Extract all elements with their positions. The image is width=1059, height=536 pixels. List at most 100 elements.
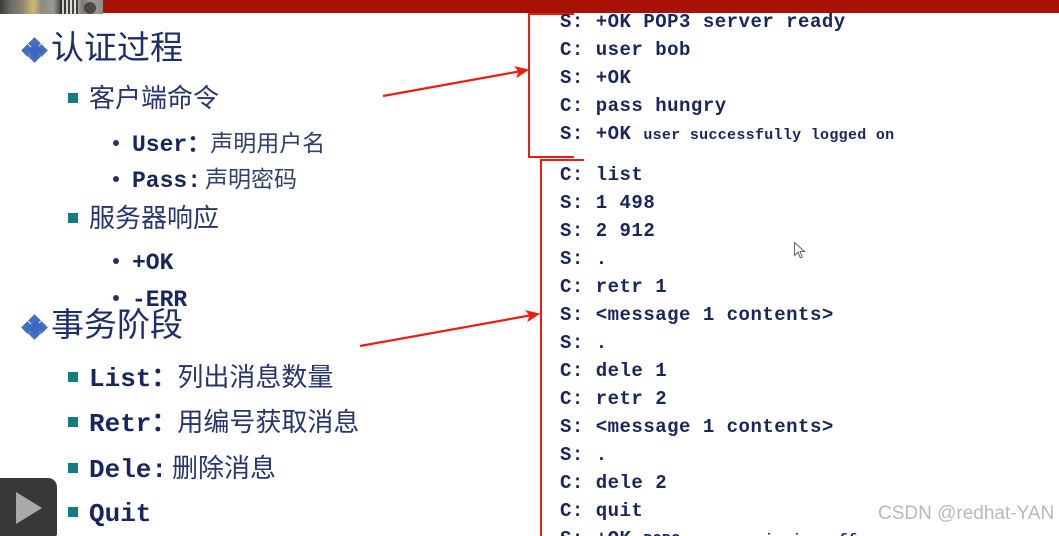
- play-triangle-icon: [16, 492, 42, 524]
- transcript-line: S: .: [560, 245, 1059, 273]
- transcript-text: +OK: [596, 528, 644, 536]
- outline-item-label: 客户端命令: [89, 84, 220, 113]
- transcript-text: +OK: [595, 67, 632, 89]
- outline-command-name: List：: [89, 364, 178, 394]
- outline-command-name: Dele:: [89, 455, 168, 485]
- transcript-prefix: C:: [560, 472, 596, 494]
- outline-heading-text: 认证过程: [51, 31, 183, 67]
- outline-heading-authorization: 认证过程: [21, 31, 183, 67]
- transcript-prefix: C:: [560, 500, 596, 522]
- outline-subitem-description: 声明密码: [205, 167, 298, 192]
- transcript-prefix: S:: [560, 528, 596, 536]
- camera-strip-decoration: [60, 0, 78, 14]
- transcript-prefix: C:: [560, 39, 596, 61]
- square-bullet-icon: [68, 463, 78, 473]
- transcript-line: C: list: [560, 161, 1059, 189]
- transcript-prefix: S:: [560, 304, 596, 326]
- transcript-line: C: pass hungry: [560, 92, 1059, 120]
- outline-command-quit: Quit: [68, 500, 151, 527]
- transcript-text: <message 1 contents>: [595, 304, 834, 326]
- transcript-text: list: [595, 164, 644, 186]
- transcript-line: S: +OK POP3 server ready: [560, 8, 1059, 36]
- transcript-text: retr 2: [595, 388, 668, 410]
- transcript-prefix: S:: [560, 11, 596, 33]
- outline-command-description: 用编号获取消息: [177, 408, 360, 437]
- square-bullet-icon: [68, 372, 78, 382]
- transcript-line: C: dele 1: [560, 357, 1059, 385]
- csdn-watermark: CSDN @redhat-YAN: [878, 503, 1055, 524]
- transcript-line: S: 1 498: [560, 189, 1059, 217]
- square-bullet-icon: [68, 213, 78, 223]
- diamond-bullet-icon: [21, 314, 48, 340]
- dot-bullet-icon: [113, 176, 119, 182]
- mouse-cursor-icon: [794, 242, 806, 259]
- transcript-text-small: POP3 server signing off: [643, 532, 857, 536]
- transcript-line: S: +OK: [560, 64, 1059, 92]
- outline-item-label: 服务器响应: [89, 204, 220, 233]
- transcript-prefix: S:: [560, 67, 596, 89]
- dot-bullet-icon: [113, 258, 119, 264]
- transcript-text: +OK POP3 server ready: [595, 11, 846, 33]
- transcript-text: quit: [595, 500, 644, 522]
- transcript-prefix: C:: [560, 164, 596, 186]
- transcript-text: .: [595, 248, 608, 270]
- outline-subitem-pass: Pass: 声明密码: [113, 168, 297, 193]
- dot-bullet-icon: [113, 140, 119, 146]
- video-play-button[interactable]: [0, 478, 57, 536]
- square-bullet-icon: [68, 507, 78, 517]
- transcript-prefix: S:: [560, 248, 596, 270]
- square-bullet-icon: [68, 417, 78, 427]
- transcript-text: .: [595, 444, 608, 466]
- transcript-line: S: .: [560, 441, 1059, 469]
- outline-command-name: Retr：: [89, 409, 178, 439]
- outline-command-retr: Retr：用编号获取消息: [68, 410, 359, 437]
- transcript-prefix: S:: [560, 123, 596, 145]
- dot-bullet-icon: [113, 295, 119, 301]
- outline-command-name: Quit: [89, 499, 152, 529]
- transcript-line: S: <message 1 contents>: [560, 301, 1059, 329]
- transcript-prefix: C:: [560, 388, 596, 410]
- transcript-prefix: S:: [560, 332, 596, 354]
- transcript-prefix: C:: [560, 95, 596, 117]
- transcript-prefix: S:: [560, 416, 596, 438]
- outline-item-client-commands: 客户端命令: [68, 86, 219, 112]
- outline-subitem-ok: +OK: [113, 251, 173, 275]
- transcript-prefix: C:: [560, 360, 596, 382]
- transcript-line: S: +OK user successfully logged on: [560, 120, 1059, 148]
- square-bullet-icon: [68, 93, 78, 103]
- slide-outline: 认证过程 客户端命令 User：声明用户名 Pass: 声明密码 服务器响应 +O…: [0, 13, 520, 536]
- outline-command-dele: Dele: 删除消息: [68, 456, 276, 483]
- outline-command-description: 删除消息: [172, 454, 277, 483]
- outline-heading-text: 事务阶段: [51, 308, 183, 344]
- transcript-text: 2 912: [595, 220, 656, 242]
- transcript-line: C: user bob: [560, 36, 1059, 64]
- transcript-prefix: S:: [560, 220, 596, 242]
- outline-subitem-command: User：: [132, 132, 211, 158]
- transcript-line: S: <message 1 contents>: [560, 413, 1059, 441]
- transcript-phase-gap: [560, 148, 1059, 161]
- outline-subitem-command: +OK: [132, 250, 174, 276]
- transcript-text: pass hungry: [595, 95, 727, 117]
- transcript-prefix: S:: [560, 444, 596, 466]
- outline-item-server-responses: 服务器响应: [68, 206, 219, 232]
- transcript-line: S: 2 912: [560, 217, 1059, 245]
- pop3-session-transcript: S: +OK POP3 server ready C: user bob S: …: [560, 8, 1059, 536]
- outline-heading-transaction: 事务阶段: [21, 308, 183, 344]
- outline-subitem-description: 声明用户名: [210, 131, 326, 156]
- transcript-line: C: retr 1: [560, 273, 1059, 301]
- transcript-text: 1 498: [595, 192, 656, 214]
- transcript-text: .: [595, 332, 608, 354]
- transcript-line: S: .: [560, 329, 1059, 357]
- transcript-text: +OK: [595, 123, 644, 145]
- diamond-bullet-icon: [21, 37, 48, 63]
- transcript-text: user bob: [595, 39, 691, 61]
- transcript-prefix: C:: [560, 276, 596, 298]
- transcript-line: C: dele 2: [560, 469, 1059, 497]
- outline-command-list: List：列出消息数量: [68, 365, 333, 392]
- presenter-camera-thumbnail[interactable]: [0, 0, 103, 14]
- transcript-text: dele 1: [595, 360, 668, 382]
- transcript-line: C: retr 2: [560, 385, 1059, 413]
- transcript-line: S: +OK POP3 server signing off: [560, 525, 1059, 536]
- transcript-prefix: S:: [560, 192, 596, 214]
- outline-subitem-user: User：声明用户名: [113, 132, 325, 157]
